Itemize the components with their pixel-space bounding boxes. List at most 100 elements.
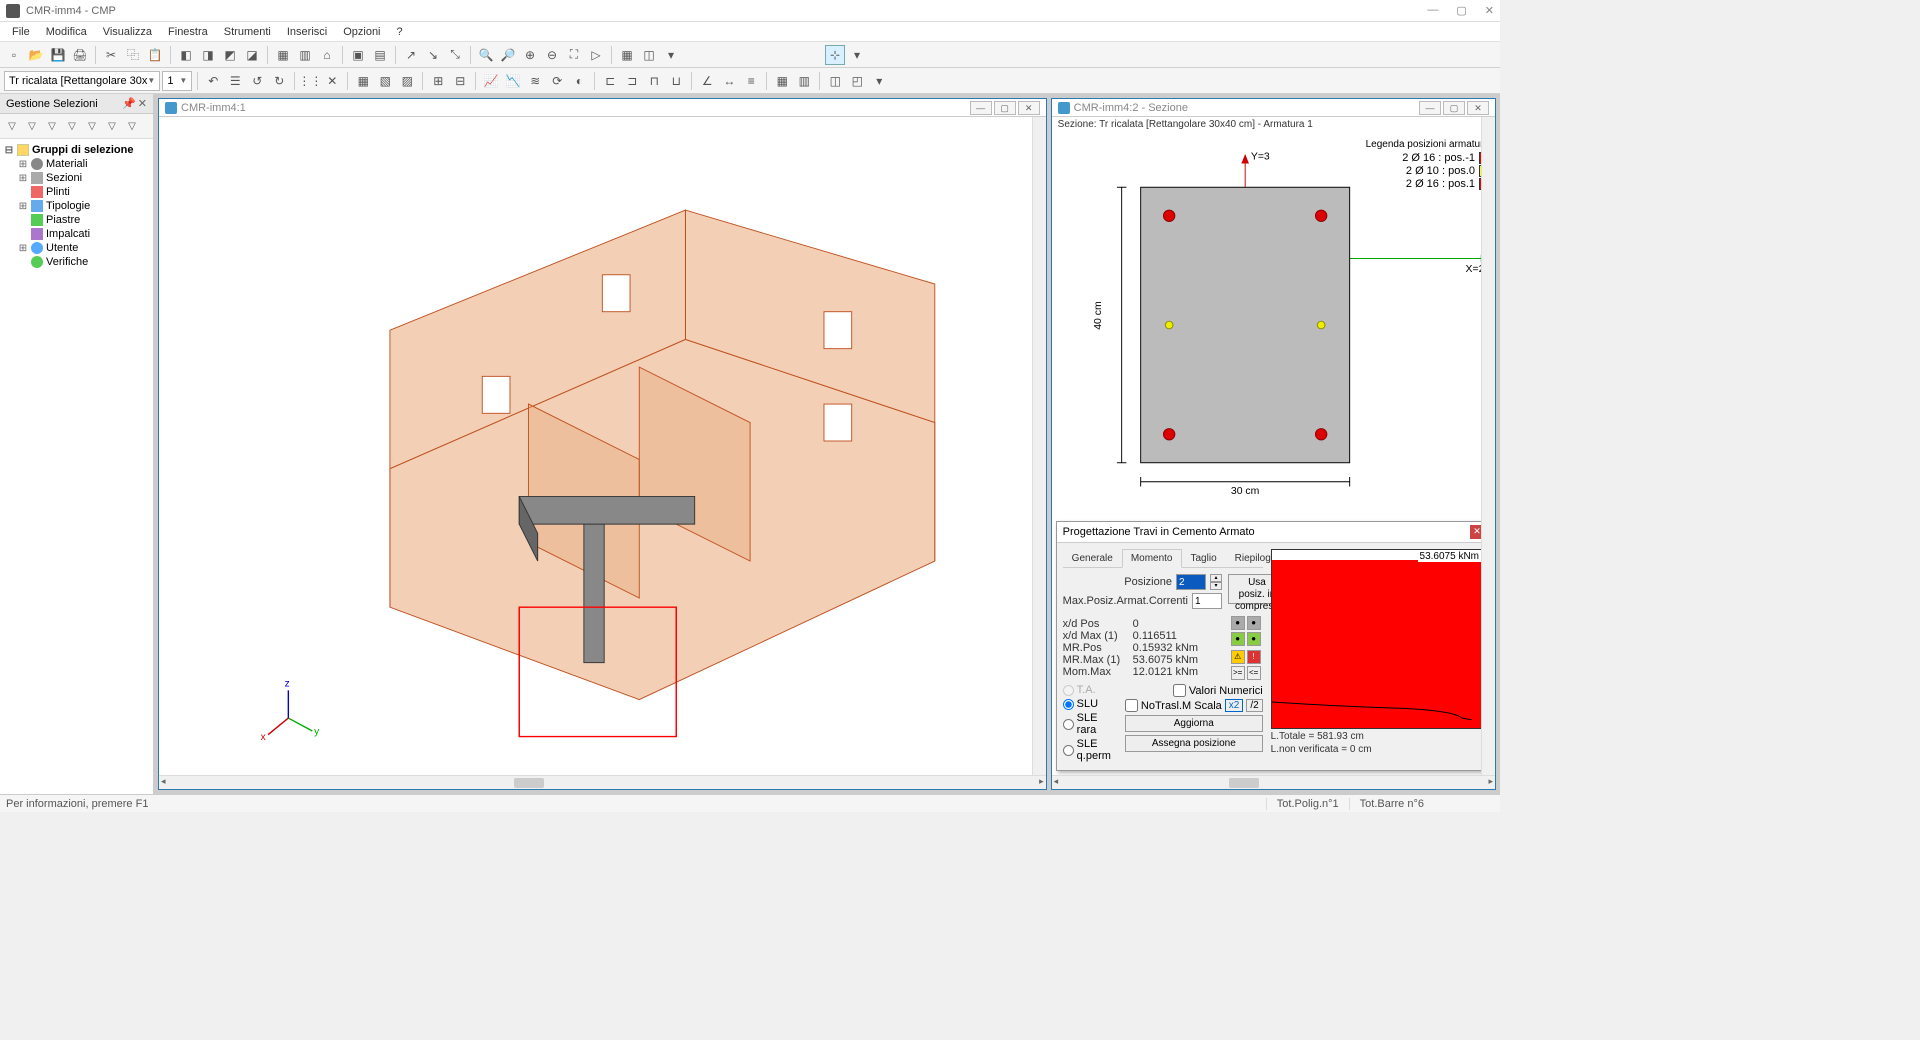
tree-item-piastre[interactable]: Piastre (18, 213, 149, 227)
zoom-icon[interactable]: ⊕ (520, 45, 540, 65)
assegna-button[interactable]: Assegna posizione (1125, 735, 1263, 752)
num-dropdown[interactable]: 1▼ (162, 71, 192, 91)
posizione-spinner[interactable]: ▴▾ (1210, 574, 1222, 590)
tool-icon[interactable]: ▦ (353, 71, 373, 91)
selection-tree[interactable]: ⊟ Gruppi di selezione ⊞Materiali ⊞Sezion… (0, 139, 153, 794)
menu-help[interactable]: ? (389, 24, 411, 40)
tool-icon[interactable]: ◫ (825, 71, 845, 91)
dialog-titlebar[interactable]: Progettazione Travi in Cemento Armato ✕ (1057, 522, 1490, 543)
paste-icon[interactable]: 📋 (145, 45, 165, 65)
menu-visualizza[interactable]: Visualizza (95, 24, 160, 40)
subwin-max-button[interactable]: ▢ (1443, 101, 1465, 115)
tool-icon[interactable]: ∠ (697, 71, 717, 91)
scala-x2-button[interactable]: x2 (1225, 699, 1244, 712)
filter-icon[interactable]: ▽ (23, 117, 41, 135)
filter-icon[interactable]: ▽ (3, 117, 21, 135)
view-3d-canvas[interactable]: z y x (159, 117, 1046, 775)
tool-icon[interactable]: ◐ (569, 71, 589, 91)
tool-icon[interactable]: ↔ (719, 71, 739, 91)
close-button[interactable]: ✕ (1485, 4, 1494, 17)
tool-icon[interactable]: ▾ (847, 45, 867, 65)
menu-strumenti[interactable]: Strumenti (216, 24, 279, 40)
tool-icon[interactable]: ▨ (397, 71, 417, 91)
radio-slu[interactable] (1063, 699, 1074, 710)
horizontal-scrollbar[interactable]: ◂▸ (159, 775, 1046, 789)
zoom-icon[interactable]: ⊖ (542, 45, 562, 65)
subwin-min-button[interactable]: — (970, 101, 992, 115)
tool-icon[interactable]: ⊔ (666, 71, 686, 91)
tool-icon[interactable]: ⊏ (600, 71, 620, 91)
tool-icon[interactable]: ⊓ (644, 71, 664, 91)
tool-icon[interactable]: ⊞ (428, 71, 448, 91)
tree-item-plinti[interactable]: Plinti (18, 185, 149, 199)
aggiorna-button[interactable]: Aggiorna (1125, 715, 1263, 732)
tool-icon[interactable]: ▾ (869, 71, 889, 91)
error-icon[interactable]: ! (1247, 650, 1261, 664)
tool-icon[interactable]: ◧ (176, 45, 196, 65)
tool-icon[interactable]: ⟳ (547, 71, 567, 91)
minimize-button[interactable]: — (1427, 4, 1438, 17)
tool-icon[interactable]: 📈 (481, 71, 501, 91)
tree-item-utente[interactable]: ⊞Utente (18, 241, 149, 255)
close-panel-icon[interactable]: ✕ (138, 97, 147, 110)
print-icon[interactable]: 🖨 (70, 45, 90, 65)
radio-sle-rara[interactable] (1063, 719, 1074, 730)
tree-item-verifiche[interactable]: Verifiche (18, 255, 149, 269)
tab-momento[interactable]: Momento (1122, 549, 1182, 568)
warn-icon[interactable]: ⚠ (1231, 650, 1245, 664)
tab-taglio[interactable]: Taglio (1182, 549, 1226, 567)
menu-opzioni[interactable]: Opzioni (335, 24, 388, 40)
cut-icon[interactable]: ✂ (101, 45, 121, 65)
tool-icon[interactable]: ◪ (242, 45, 262, 65)
tool-icon[interactable]: ◰ (847, 71, 867, 91)
tool-icon[interactable]: ▥ (794, 71, 814, 91)
horizontal-scrollbar[interactable]: ◂▸ (1052, 775, 1495, 789)
posizione-input[interactable] (1176, 574, 1206, 590)
tool-icon[interactable]: ⊟ (450, 71, 470, 91)
copy-icon[interactable]: ⿻ (123, 45, 143, 65)
menu-inserisci[interactable]: Inserisci (279, 24, 335, 40)
nav-next-icon[interactable]: <= (1247, 666, 1261, 680)
zoom-icon[interactable]: 🔎 (498, 45, 518, 65)
tool-icon[interactable]: 📉 (503, 71, 523, 91)
tool-icon[interactable]: ≋ (525, 71, 545, 91)
zoom-in-icon[interactable]: 🔍 (476, 45, 496, 65)
tool-icon[interactable]: ◨ (198, 45, 218, 65)
filter-icon[interactable]: ▽ (63, 117, 81, 135)
tool-icon[interactable]: ▣ (348, 45, 368, 65)
tree-item-materiali[interactable]: ⊞Materiali (18, 157, 149, 171)
maxposiz-input[interactable] (1192, 593, 1222, 609)
tool-icon[interactable]: ◫ (639, 45, 659, 65)
subwin-close-button[interactable]: ✕ (1467, 101, 1489, 115)
pointer-icon[interactable]: ▷ (586, 45, 606, 65)
snap-icon[interactable]: ⊹ (825, 45, 845, 65)
subwin-max-button[interactable]: ▢ (994, 101, 1016, 115)
undo-icon[interactable]: ↺ (247, 71, 267, 91)
tool-icon[interactable]: ◩ (220, 45, 240, 65)
menu-modifica[interactable]: Modifica (38, 24, 95, 40)
tool-icon[interactable]: ✕ (322, 71, 342, 91)
vertical-scrollbar[interactable] (1481, 117, 1495, 775)
zoom-fit-icon[interactable]: ⛶ (564, 45, 584, 65)
tool-icon[interactable]: ↶ (203, 71, 223, 91)
open-icon[interactable]: 📂 (26, 45, 46, 65)
tree-item-impalcati[interactable]: Impalcati (18, 227, 149, 241)
subwin-min-button[interactable]: — (1419, 101, 1441, 115)
menu-file[interactable]: File (4, 24, 38, 40)
tree-item-tipologie[interactable]: ⊞Tipologie (18, 199, 149, 213)
tree-item-sezioni[interactable]: ⊞Sezioni (18, 171, 149, 185)
tool-icon[interactable]: ▦ (273, 45, 293, 65)
redo-icon[interactable]: ↻ (269, 71, 289, 91)
tool-icon[interactable]: ↗ (401, 45, 421, 65)
radio-sle-qperm[interactable] (1063, 745, 1074, 756)
tool-icon[interactable]: ▧ (375, 71, 395, 91)
view-section-canvas[interactable]: Sezione: Tr ricalata [Rettangolare 30x40… (1052, 117, 1495, 775)
scala-div2-button[interactable]: /2 (1246, 699, 1262, 712)
vertical-scrollbar[interactable] (1032, 117, 1046, 775)
filter-icon[interactable]: ▽ (123, 117, 141, 135)
tool-icon[interactable]: ≡ (741, 71, 761, 91)
tool-icon[interactable]: ⌂ (317, 45, 337, 65)
tool-icon[interactable]: ⋮⋮ (300, 71, 320, 91)
valnum-checkbox[interactable] (1173, 684, 1186, 697)
tool-icon[interactable]: ▦ (772, 71, 792, 91)
